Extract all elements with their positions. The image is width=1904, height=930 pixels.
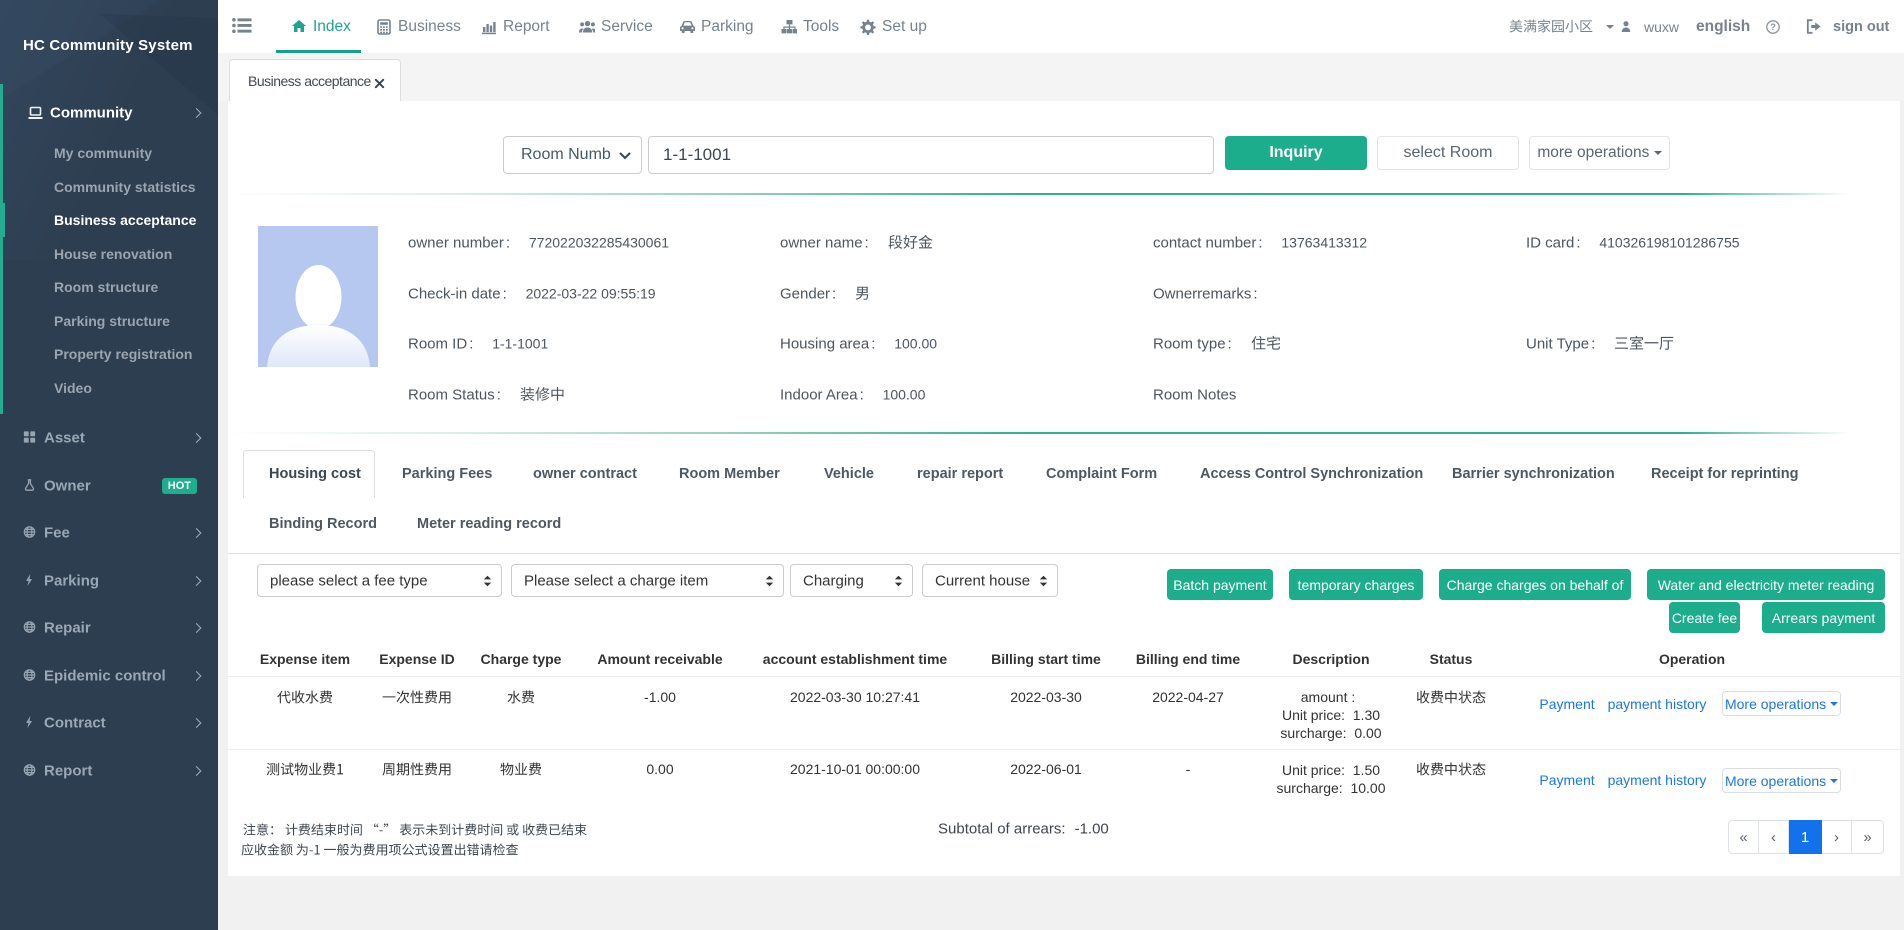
svg-text:?: ?	[1770, 22, 1776, 33]
